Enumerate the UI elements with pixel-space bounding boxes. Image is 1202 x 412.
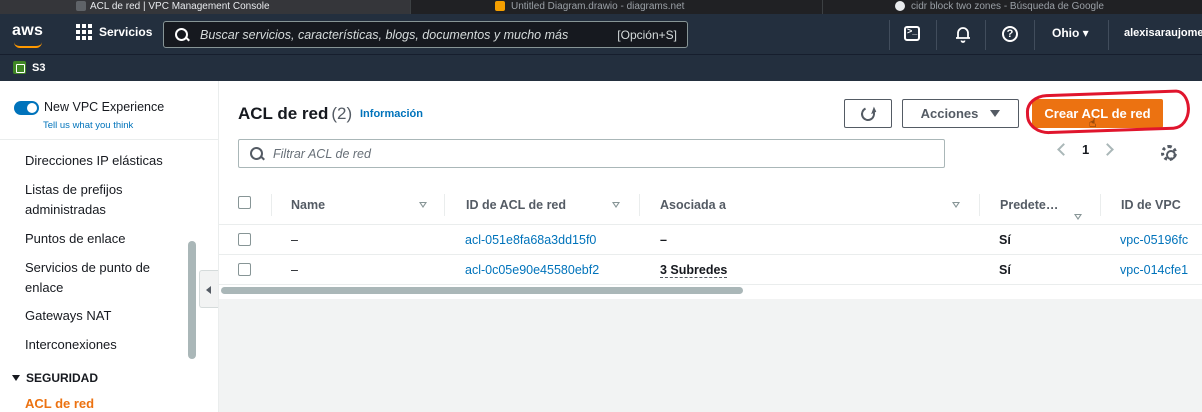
search-icon [174, 27, 190, 43]
search-shortcut: [Opción+S] [617, 27, 677, 42]
sort-icon[interactable] [952, 202, 960, 208]
page-title: ACL de red (2) [238, 104, 353, 123]
column-header-default[interactable]: Predete… [1000, 198, 1058, 212]
sort-icon[interactable] [419, 202, 427, 208]
help-icon[interactable]: ? [1002, 26, 1018, 42]
favorite-s3[interactable]: S3 [13, 61, 45, 74]
sidebar-section-security[interactable]: SEGURIDAD [12, 371, 98, 385]
gear-icon[interactable] [1161, 145, 1177, 161]
nav-divider [1108, 20, 1109, 50]
sort-icon[interactable] [1074, 214, 1082, 220]
page-number[interactable]: 1 [1082, 142, 1089, 157]
cell-name: – [291, 263, 298, 277]
acl-table-panel: ACL de red (2) Información Acciones Crear… [219, 81, 1202, 299]
sidebar-item-nat-gateways[interactable]: Gateways NAT [25, 306, 175, 326]
caret-down-icon [12, 375, 20, 381]
sidebar-divider [0, 139, 218, 140]
nav-divider [936, 20, 937, 50]
actions-dropdown[interactable]: Acciones [902, 99, 1019, 128]
item-count: (2) [331, 104, 353, 123]
sidebar: New VPC Experience Tell us what you thin… [0, 81, 219, 412]
aws-top-nav: aws Servicios Buscar servicios, caracter… [0, 14, 1202, 54]
nav-divider [889, 20, 890, 50]
nav-divider [985, 20, 986, 50]
main-content: ACL de red (2) Información Acciones Crear… [219, 81, 1202, 412]
column-header-vpc-id[interactable]: ID de VPC [1121, 198, 1181, 212]
new-vpc-experience-toggle[interactable] [14, 101, 39, 115]
cloudshell-icon[interactable] [904, 26, 920, 41]
column-divider [271, 194, 272, 216]
column-divider [1100, 194, 1101, 216]
browser-tab-vpc[interactable]: ACL de red | VPC Management Console [0, 0, 410, 14]
drawio-favicon-icon [495, 1, 505, 11]
annotation-circle [1025, 89, 1191, 135]
aws-favicon-icon [76, 1, 86, 11]
browser-tab-diagrams[interactable]: Untitled Diagram.drawio - diagrams.net [410, 0, 822, 14]
cell-acl-id-link[interactable]: acl-0c05e90e45580ebf2 [465, 263, 599, 277]
table-header: Name ID de ACL de red Asociada a Predete… [219, 184, 1202, 225]
cell-associated: – [660, 233, 667, 247]
nav-divider [1034, 20, 1035, 50]
sidebar-scrollbar[interactable] [188, 241, 196, 359]
new-vpc-experience-label: New VPC Experience [44, 100, 165, 114]
refresh-icon [859, 104, 877, 123]
search-placeholder: Buscar servicios, características, blogs… [200, 27, 569, 42]
select-all-checkbox[interactable] [238, 196, 251, 209]
region-selector[interactable]: Ohio ▾ [1052, 26, 1089, 40]
cell-acl-id-link[interactable]: acl-051e8fa68a3dd15f0 [465, 233, 596, 247]
collapse-sidebar-button[interactable] [199, 270, 218, 308]
column-header-associated[interactable]: Asociada a [660, 198, 726, 212]
sidebar-item-prefix-lists[interactable]: Listas de prefijos administradas [25, 180, 175, 220]
row-checkbox[interactable] [238, 263, 251, 276]
services-menu-button[interactable]: Servicios [76, 24, 152, 40]
chevron-right-icon[interactable] [1101, 143, 1115, 156]
column-divider [639, 194, 640, 216]
browser-tab-google[interactable]: cidr block two zones - Búsqueda de Googl… [822, 0, 1202, 14]
cell-name: – [291, 233, 298, 247]
feedback-link[interactable]: Tell us what you think [43, 120, 133, 131]
search-icon [249, 146, 265, 162]
column-divider [979, 194, 980, 216]
aws-logo[interactable]: aws [12, 22, 43, 40]
column-divider [444, 194, 445, 216]
chevron-left-icon[interactable] [1057, 143, 1070, 156]
table-row[interactable]: – acl-051e8fa68a3dd15f0 – Sí vpc-05196fc [219, 225, 1202, 255]
global-search-input[interactable]: Buscar servicios, características, blogs… [163, 21, 688, 48]
cell-default: Sí [999, 233, 1011, 247]
info-link[interactable]: Información [360, 108, 423, 120]
browser-tab-strip: ACL de red | VPC Management Console Unti… [0, 0, 1202, 14]
aws-logo-smile-icon [14, 42, 42, 48]
column-header-name[interactable]: Name [291, 198, 325, 212]
s3-service-icon [13, 61, 26, 74]
sidebar-item-network-acls[interactable]: ACL de red [25, 396, 94, 411]
favorites-bar: S3 [0, 54, 1202, 81]
sidebar-item-endpoint-services[interactable]: Servicios de punto de enlace [25, 258, 175, 298]
cell-associated-subnets[interactable]: 3 Subredes [660, 263, 728, 278]
pagination: 1 [1057, 142, 1115, 157]
column-header-acl-id[interactable]: ID de ACL de red [466, 198, 566, 212]
sidebar-item-peering[interactable]: Interconexiones [25, 335, 175, 355]
cell-default: Sí [999, 263, 1011, 277]
row-checkbox[interactable] [238, 233, 251, 246]
account-menu[interactable]: alexisaraujome [1124, 27, 1202, 39]
sidebar-item-elastic-ips[interactable]: Direcciones IP elásticas [25, 151, 175, 171]
grid-menu-icon [76, 24, 92, 40]
cell-vpc-id-link[interactable]: vpc-05196fc [1120, 233, 1188, 247]
table-row[interactable]: – acl-0c05e90e45580ebf2 3 Subredes Sí vp… [219, 255, 1202, 285]
caret-down-icon [990, 110, 1001, 117]
table-horizontal-scrollbar[interactable] [221, 287, 743, 294]
bell-icon[interactable] [954, 25, 972, 43]
refresh-button[interactable] [844, 99, 892, 128]
filter-input[interactable]: Filtrar ACL de red [238, 139, 945, 168]
cell-vpc-id-link[interactable]: vpc-014cfe1 [1120, 263, 1188, 277]
google-favicon-icon [895, 1, 905, 11]
hand-cursor-icon: ☝ [1089, 116, 1097, 130]
sort-icon[interactable] [612, 202, 620, 208]
sidebar-item-endpoints[interactable]: Puntos de enlace [25, 229, 175, 249]
